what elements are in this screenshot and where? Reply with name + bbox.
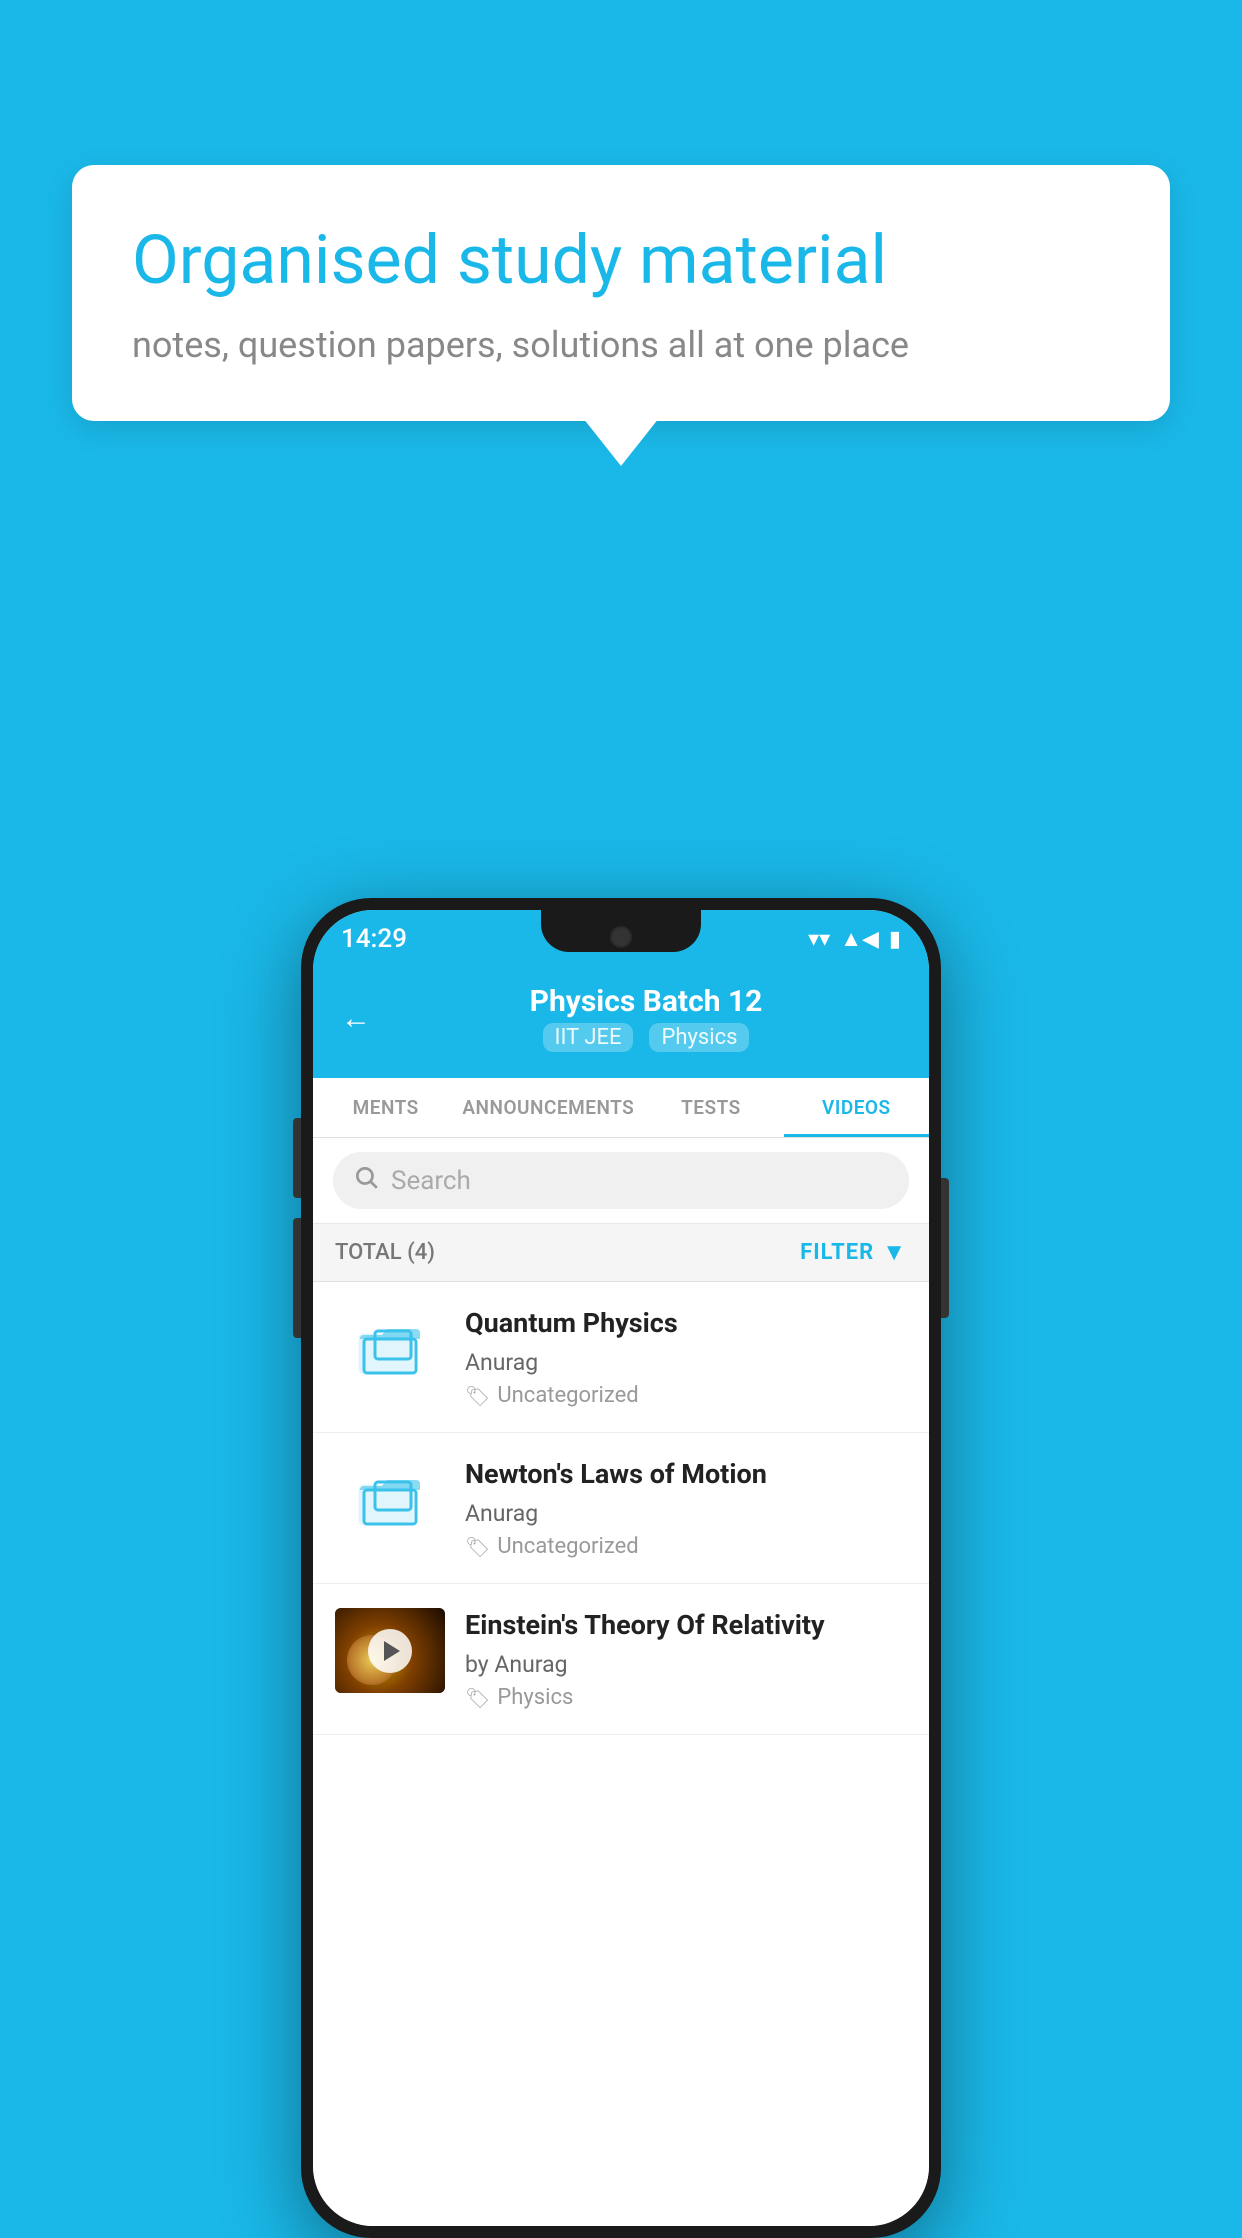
phone-camera [610,926,632,948]
status-icons: ▾▾ ▲◀ ▮ [808,926,901,952]
folder-icon-container [335,1306,445,1391]
phone-screen: 14:29 ▾▾ ▲◀ ▮ ← Physics Batch 12 IIT JEE… [313,910,929,2226]
list-item[interactable]: Newton's Laws of Motion Anurag 🏷 Uncateg… [313,1433,929,1584]
video-info: Newton's Laws of Motion Anurag 🏷 Uncateg… [465,1457,907,1559]
video-list: Quantum Physics Anurag 🏷 Uncategorized [313,1282,929,2226]
video-info: Quantum Physics Anurag 🏷 Uncategorized [465,1306,907,1408]
list-item[interactable]: Einstein's Theory Of Relativity by Anura… [313,1584,929,1735]
tag-icon: 🏷 [465,1535,490,1559]
header-title-group: Physics Batch 12 IIT JEE Physics [391,984,901,1052]
bubble-title: Organised study material [132,220,1110,302]
video-tag: 🏷 Uncategorized [465,1383,907,1408]
filter-button[interactable]: FILTER ▼ [800,1238,907,1267]
play-triangle-icon [384,1641,400,1661]
phone-button-power [941,1178,949,1318]
speech-bubble-card: Organised study material notes, question… [72,165,1170,421]
signal-icon: ▲◀ [840,926,879,952]
tag-icon: 🏷 [465,1686,490,1710]
header-tag-iitjee: IIT JEE [543,1023,634,1052]
tab-tests[interactable]: TESTS [638,1078,783,1137]
search-placeholder: Search [391,1166,471,1196]
wifi-icon: ▾▾ [808,927,830,952]
header-subtitle: IIT JEE Physics [391,1023,901,1052]
tabs-bar: MENTS ANNOUNCEMENTS TESTS VIDEOS [313,1078,929,1138]
filter-funnel-icon: ▼ [882,1238,907,1267]
header-top: ← Physics Batch 12 IIT JEE Physics [341,984,901,1052]
video-info: Einstein's Theory Of Relativity by Anura… [465,1608,907,1710]
tag-label: Physics [497,1685,573,1710]
tab-announcements[interactable]: ANNOUNCEMENTS [458,1078,638,1137]
total-count: TOTAL (4) [335,1240,435,1265]
bubble-subtitle: notes, question papers, solutions all at… [132,324,1110,366]
search-input-wrap[interactable]: Search [333,1152,909,1209]
play-button[interactable] [368,1629,412,1673]
video-author: by Anurag [465,1651,907,1678]
tag-label: Uncategorized [497,1534,638,1559]
tab-documents[interactable]: MENTS [313,1078,458,1137]
phone-notch [541,910,701,952]
folder-icon-container [335,1457,445,1542]
video-tag: 🏷 Uncategorized [465,1534,907,1559]
phone-button-volume-down [293,1218,301,1338]
tag-icon: 🏷 [465,1384,490,1408]
tab-videos[interactable]: VIDEOS [784,1078,929,1137]
search-bar: Search [313,1138,929,1224]
video-author: Anurag [465,1349,907,1376]
list-item[interactable]: Quantum Physics Anurag 🏷 Uncategorized [313,1282,929,1433]
video-title: Quantum Physics [465,1306,907,1341]
back-button[interactable]: ← [341,1001,371,1036]
search-icon [353,1164,379,1197]
video-tag: 🏷 Physics [465,1685,907,1710]
thumbnail-bg [335,1608,445,1693]
header-tag-physics: Physics [649,1023,749,1052]
app-header: ← Physics Batch 12 IIT JEE Physics [313,968,929,1078]
battery-icon: ▮ [889,927,901,952]
header-title: Physics Batch 12 [391,984,901,1019]
filter-bar: TOTAL (4) FILTER ▼ [313,1224,929,1282]
video-title: Einstein's Theory Of Relativity [465,1608,907,1643]
tag-label: Uncategorized [497,1383,638,1408]
filter-label: FILTER [800,1240,874,1265]
video-thumbnail [335,1608,445,1693]
status-time: 14:29 [341,924,407,954]
video-author: Anurag [465,1500,907,1527]
phone-button-volume-up [293,1118,301,1198]
phone-frame: 14:29 ▾▾ ▲◀ ▮ ← Physics Batch 12 IIT JEE… [301,898,941,2238]
video-title: Newton's Laws of Motion [465,1457,907,1492]
